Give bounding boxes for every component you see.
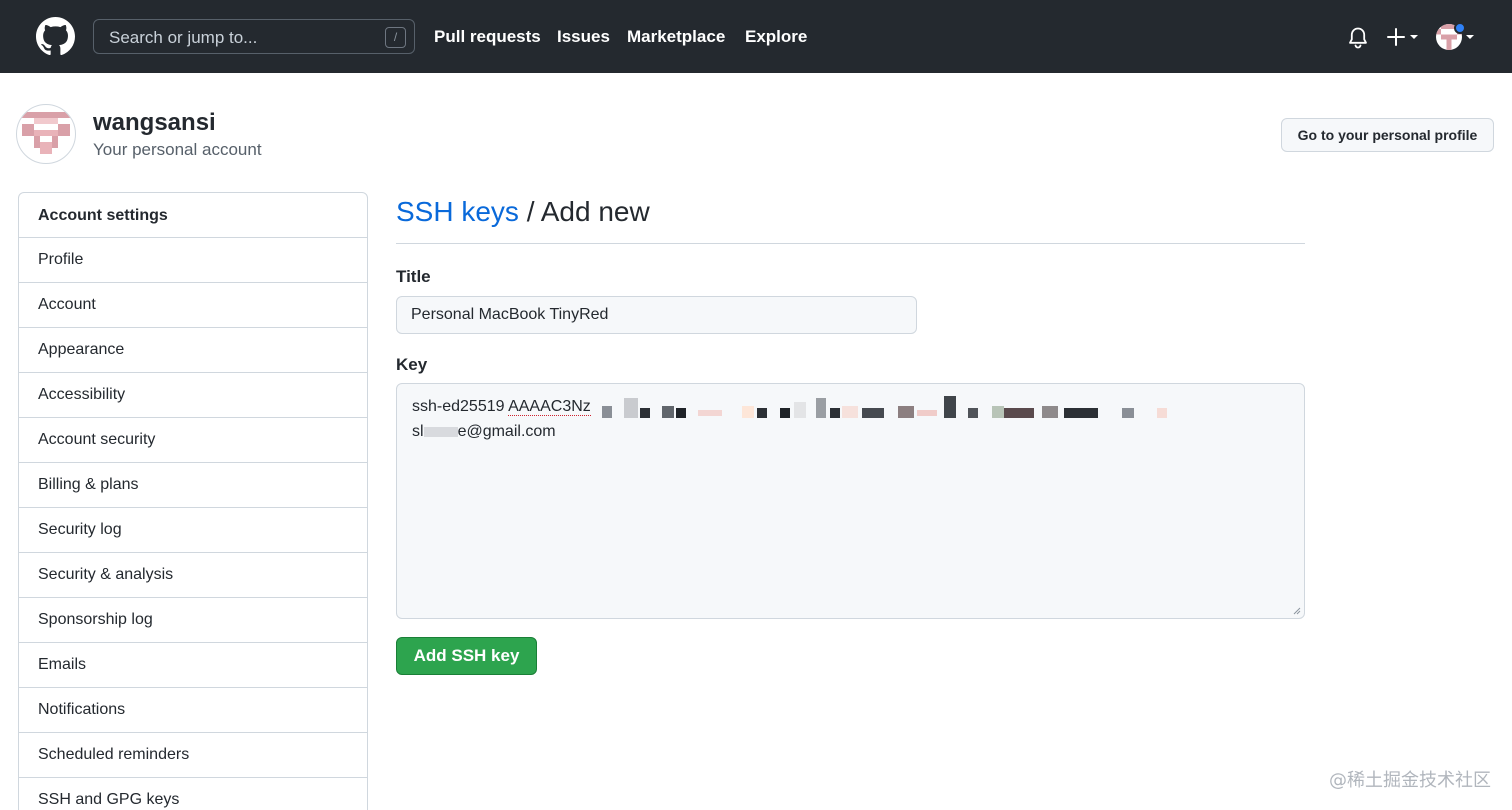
sidebar-item-security-log[interactable]: Security log — [19, 508, 367, 553]
account-avatar — [16, 104, 76, 164]
key-text-line-1: ssh-ed25519 AAAAC3Nz — [412, 398, 591, 416]
key-email-end: e@gmail.com — [457, 423, 556, 440]
search-placeholder: Search or jump to... — [109, 28, 258, 47]
sidebar-item-account-security[interactable]: Account security — [19, 418, 367, 463]
key-type: ssh-ed25519 — [412, 398, 509, 415]
sidebar-item-security-analysis[interactable]: Security & analysis — [19, 553, 367, 598]
nav-pull-requests[interactable]: Pull requests — [434, 27, 541, 47]
breadcrumb-ssh-keys-link[interactable]: SSH keys — [396, 196, 519, 227]
sidebar-item-accessibility[interactable]: Accessibility — [19, 373, 367, 418]
sidebar-item-emails[interactable]: Emails — [19, 643, 367, 688]
sidebar-item-billing[interactable]: Billing & plans — [19, 463, 367, 508]
github-logo-icon[interactable] — [36, 17, 75, 56]
sidebar-item-appearance[interactable]: Appearance — [19, 328, 367, 373]
redacted-key-pixels — [602, 396, 1167, 418]
account-name: wangsansi — [93, 109, 216, 136]
sidebar-item-notifications[interactable]: Notifications — [19, 688, 367, 733]
resize-handle-icon[interactable] — [1291, 605, 1301, 615]
search-shortcut-hint: / — [385, 27, 406, 48]
watermark-text: @稀土掘金技术社区 — [1329, 770, 1491, 791]
key-prefix: AAAAC3Nz — [508, 398, 591, 416]
nav-marketplace[interactable]: Marketplace — [627, 27, 725, 47]
breadcrumb-current: Add new — [540, 196, 650, 227]
title-label: Title — [396, 267, 431, 286]
account-subtitle: Your personal account — [93, 140, 262, 159]
breadcrumb-separator: / — [518, 196, 541, 227]
key-label: Key — [396, 355, 428, 374]
add-ssh-key-button[interactable]: Add SSH key — [396, 637, 537, 675]
caret-down-icon[interactable] — [1465, 34, 1475, 40]
search-input[interactable]: Search or jump to... / — [93, 19, 415, 54]
nav-explore[interactable]: Explore — [745, 27, 807, 47]
bell-icon[interactable] — [1347, 26, 1369, 50]
key-email-start: sl — [412, 423, 424, 440]
plus-icon[interactable] — [1386, 26, 1422, 48]
go-to-profile-button[interactable]: Go to your personal profile — [1281, 118, 1494, 152]
nav-issues[interactable]: Issues — [557, 27, 610, 47]
key-title-input[interactable] — [396, 296, 917, 334]
redacted-block — [423, 426, 458, 437]
page-title: SSH keys / Add new — [396, 196, 650, 228]
sidebar-item-ssh-gpg-keys[interactable]: SSH and GPG keys — [19, 778, 367, 810]
sidebar-heading: Account settings — [19, 193, 367, 238]
settings-sidebar: Account settings Profile Account Appeara… — [18, 192, 368, 810]
sidebar-item-scheduled-reminders[interactable]: Scheduled reminders — [19, 733, 367, 778]
sidebar-item-account[interactable]: Account — [19, 283, 367, 328]
top-navbar: Search or jump to... / Pull requests Iss… — [0, 0, 1512, 73]
sidebar-item-sponsorship-log[interactable]: Sponsorship log — [19, 598, 367, 643]
sidebar-item-profile[interactable]: Profile — [19, 238, 367, 283]
title-divider — [396, 243, 1305, 244]
key-textarea[interactable]: ssh-ed25519 AAAAC3Nz sl e@gmail.com — [396, 383, 1305, 619]
notification-dot — [1454, 22, 1466, 34]
key-text-line-2: sl e@gmail.com — [412, 423, 556, 441]
